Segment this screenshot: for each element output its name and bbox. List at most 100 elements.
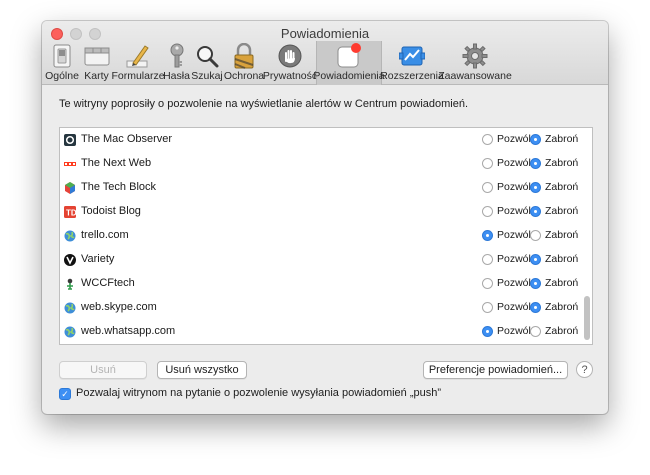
table-row: WCCFtech Pozwól Zabroń [60, 272, 580, 296]
site-name: Variety [81, 253, 115, 265]
site-name: The Tech Block [81, 181, 157, 193]
allow-radio[interactable] [482, 230, 493, 241]
tab-label: Zaawansowane [438, 70, 512, 82]
table-row: web.whatsapp.com Pozwól Zabroń [60, 320, 580, 344]
allow-label: Pozwól [497, 325, 531, 337]
table-row: TD Todoist Blog Pozwól Zabroń [60, 200, 580, 224]
remove-button[interactable]: Usuń [59, 361, 147, 379]
tab-privacy[interactable]: Prywatność [262, 41, 318, 85]
allow-radio[interactable] [482, 254, 493, 265]
notification-preferences-button[interactable]: Preferencje powiadomień... [423, 361, 568, 379]
site-name: web.skype.com [81, 301, 157, 313]
table-row: The Next Web Pozwól Zabroń [60, 152, 580, 176]
deny-radio[interactable] [530, 158, 541, 169]
preferences-window: Powiadomienia Ogólne Karty Formularze Ha… [42, 21, 608, 414]
allow-label: Pozwól [497, 301, 531, 313]
mac-observer-icon [64, 134, 76, 146]
deny-label: Zabroń [545, 301, 579, 313]
tab-label: Ochrona [223, 70, 265, 82]
tab-extensions[interactable]: Rozszerzenia [380, 41, 444, 85]
preferences-toolbar: Ogólne Karty Formularze Hasła Szukaj Och… [42, 41, 608, 85]
tab-label: Rozszerzenia [380, 70, 444, 82]
deny-radio[interactable] [530, 182, 541, 193]
allow-label: Pozwól [497, 277, 531, 289]
tab-tabs[interactable]: Karty [80, 41, 113, 85]
push-permission-label: Pozwalaj witrynom na pytanie o pozwoleni… [76, 387, 442, 399]
tech-block-icon [65, 182, 75, 194]
allow-radio[interactable] [482, 182, 493, 193]
puzzle-icon [398, 43, 426, 69]
site-name: trello.com [81, 229, 129, 241]
tab-search[interactable]: Szukaj [190, 41, 224, 85]
hand-icon [276, 43, 304, 69]
deny-radio[interactable] [530, 254, 541, 265]
tab-advanced[interactable]: Zaawansowane [438, 41, 512, 85]
tab-passwords[interactable]: Hasła [163, 41, 190, 85]
allow-radio[interactable] [482, 206, 493, 217]
table-row: web.skype.com Pozwól Zabroń [60, 296, 580, 320]
tab-label: Prywatność [262, 70, 318, 82]
tab-security[interactable]: Ochrona [224, 41, 264, 85]
deny-label: Zabroń [545, 181, 579, 193]
window-title: Powiadomienia [280, 26, 370, 41]
intro-text: Te witryny poprosiły o pozwolenie na wyś… [59, 98, 469, 110]
deny-radio[interactable] [530, 230, 541, 241]
site-name: Todoist Blog [81, 205, 141, 217]
allow-radio[interactable] [482, 158, 493, 169]
site-list[interactable]: The Mac Observer Pozwól Zabroń The Next … [59, 127, 593, 345]
deny-radio[interactable] [530, 302, 541, 313]
magnifier-icon [193, 43, 221, 69]
deny-radio[interactable] [530, 278, 541, 289]
deny-label: Zabroń [545, 253, 579, 265]
tab-label: Ogólne [45, 70, 79, 82]
tab-label: Karty [84, 70, 109, 82]
titlebar: Powiadomienia Ogólne Karty Formularze Ha… [42, 21, 608, 85]
site-name: The Mac Observer [81, 133, 173, 145]
table-row: Variety Pozwól Zabroń [60, 248, 580, 272]
allow-label: Pozwól [497, 157, 531, 169]
table-row: trello.com Pozwól Zabroń [60, 224, 580, 248]
allow-radio[interactable] [482, 302, 493, 313]
tab-label: Szukaj [191, 70, 223, 82]
notifications-pane: Te witryny poprosiły o pozwolenie na wyś… [42, 85, 608, 414]
allow-radio[interactable] [482, 134, 493, 145]
tab-label: Powiadomienia [313, 70, 385, 82]
allow-label: Pozwól [497, 253, 531, 265]
tab-general[interactable]: Ogólne [44, 41, 80, 85]
push-permission-checkbox[interactable]: ✓ [59, 388, 71, 400]
wccftech-icon [67, 278, 73, 290]
tab-label: Hasła [163, 70, 190, 82]
allow-radio[interactable] [482, 326, 493, 337]
deny-label: Zabroń [545, 229, 579, 241]
deny-radio[interactable] [530, 206, 541, 217]
svg-text:TD: TD [66, 209, 76, 218]
deny-label: Zabroń [545, 325, 579, 337]
globe-icon [64, 230, 76, 242]
pencil-icon [124, 43, 152, 69]
tab-label: Formularze [111, 70, 165, 82]
allow-radio[interactable] [482, 278, 493, 289]
switch-icon [48, 43, 76, 69]
allow-label: Pozwól [497, 133, 531, 145]
help-button[interactable]: ? [576, 361, 593, 378]
variety-icon [64, 254, 76, 266]
remove-all-button[interactable]: Usuń wszystko [157, 361, 247, 379]
site-name: WCCFtech [81, 277, 135, 289]
table-row: The Mac Observer Pozwól Zabroń [60, 128, 580, 152]
lock-icon [230, 43, 258, 69]
gear-icon [461, 43, 489, 69]
todoist-icon: TD [64, 206, 76, 218]
key-icon [163, 43, 191, 69]
globe-icon [64, 302, 76, 314]
list-scrollbar[interactable] [584, 296, 590, 340]
tnw-icon [64, 162, 76, 166]
allow-label: Pozwól [497, 205, 531, 217]
deny-radio[interactable] [530, 326, 541, 337]
allow-label: Pozwól [497, 229, 531, 241]
deny-radio[interactable] [530, 134, 541, 145]
site-name: web.whatsapp.com [81, 325, 176, 337]
globe-icon [64, 326, 76, 338]
tab-notifications[interactable]: Powiadomienia [313, 41, 385, 85]
table-row: The Tech Block Pozwól Zabroń [60, 176, 580, 200]
tab-autofill[interactable]: Formularze [111, 41, 165, 85]
